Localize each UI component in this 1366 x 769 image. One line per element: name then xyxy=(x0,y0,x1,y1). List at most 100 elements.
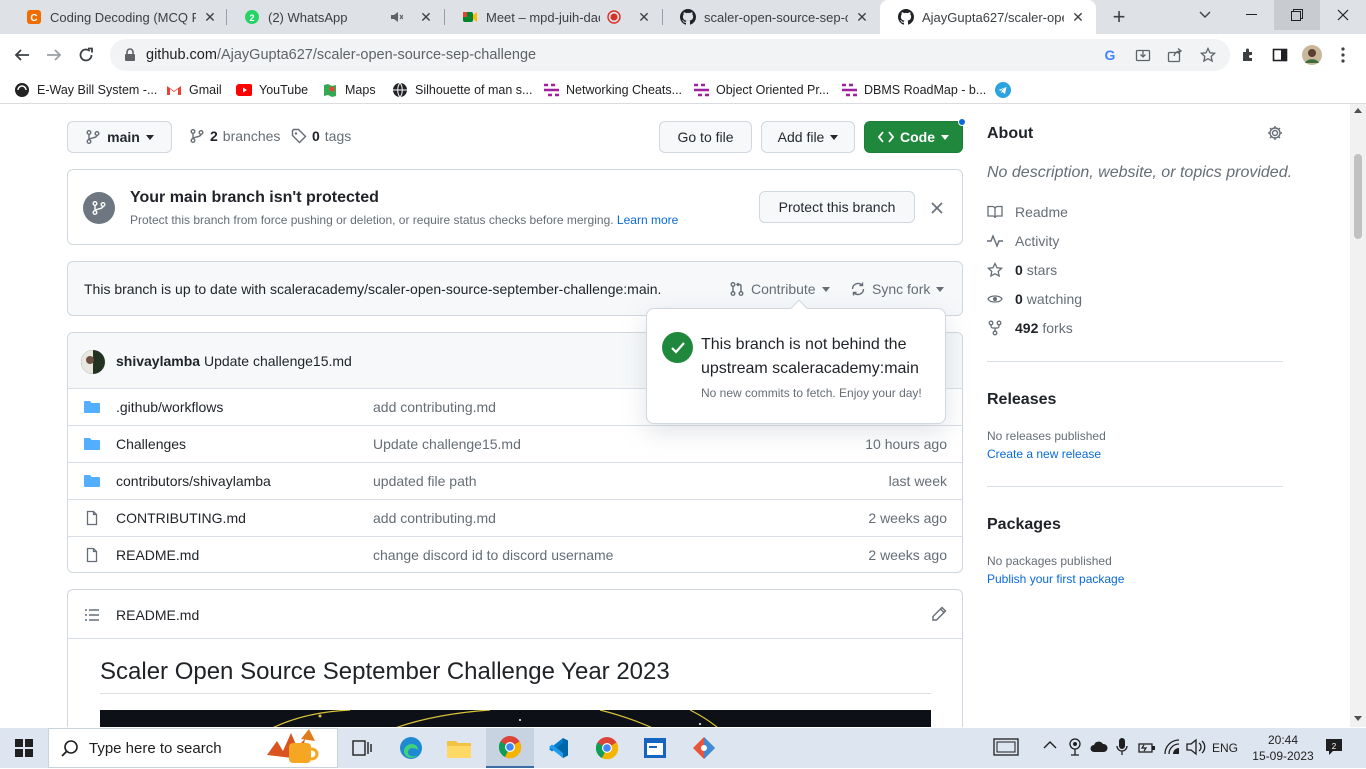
file-name[interactable]: README.md xyxy=(116,547,199,563)
bookmark-star-icon[interactable] xyxy=(1200,47,1216,63)
branches-link[interactable]: 2 branches xyxy=(189,128,280,144)
bookmark-maps[interactable]: Maps xyxy=(322,80,376,100)
bookmark-silhouette[interactable]: Silhouette of man s... xyxy=(392,80,532,100)
chrome-profile-icon[interactable] xyxy=(583,728,631,768)
tags-link[interactable]: 0 tags xyxy=(291,128,351,144)
language-indicator[interactable]: ENG xyxy=(1212,741,1238,755)
file-explorer-icon[interactable] xyxy=(435,728,483,768)
sync-fork-button[interactable]: Sync fork xyxy=(850,281,945,297)
address-bar[interactable]: github.com/AjayGupta627/scaler-open-sour… xyxy=(110,39,1230,71)
share-icon[interactable] xyxy=(1167,47,1183,63)
file-name[interactable]: .github/workflows xyxy=(116,399,223,415)
avatar[interactable] xyxy=(81,350,105,374)
scroll-up-arrow-icon[interactable] xyxy=(1354,108,1362,113)
dismiss-x-icon[interactable] xyxy=(931,202,943,214)
install-app-icon[interactable] xyxy=(1135,47,1151,63)
pencil-edit-icon[interactable] xyxy=(931,606,947,622)
system-clock[interactable]: 20:44 15-09-2023 xyxy=(1250,732,1316,764)
minimize-icon[interactable] xyxy=(1228,0,1274,30)
bookmark-gmail[interactable]: Gmail xyxy=(166,80,222,100)
chrome-taskbar-icon-active[interactable] xyxy=(486,728,534,768)
tab-github-active[interactable]: AjayGupta627/scaler-open- ✕ xyxy=(880,0,1096,34)
sidebar-item-stars[interactable]: 0 stars xyxy=(987,262,1057,278)
tab-coding-decoding[interactable]: C Coding Decoding (MCQ Pro ✕ xyxy=(8,0,228,34)
new-tab-plus-icon[interactable]: + xyxy=(1108,4,1130,29)
scroll-down-arrow-icon[interactable] xyxy=(1354,716,1362,721)
branch-select-button[interactable]: main xyxy=(67,121,172,153)
vscode-icon[interactable] xyxy=(534,728,582,768)
google-lens-icon[interactable]: G xyxy=(1102,47,1118,63)
learn-more-link[interactable]: Learn more xyxy=(617,213,678,227)
readme-filename[interactable]: README.md xyxy=(116,607,199,623)
reload-icon[interactable] xyxy=(71,40,101,70)
close-tab-icon[interactable]: ✕ xyxy=(202,9,218,25)
restore-icon[interactable] xyxy=(1274,0,1320,30)
gear-icon[interactable] xyxy=(1267,125,1283,141)
window-close-icon[interactable] xyxy=(1320,0,1366,30)
file-commit-message[interactable]: Update challenge15.md xyxy=(373,436,521,452)
git-tool-icon[interactable] xyxy=(680,728,728,768)
side-panel-icon[interactable] xyxy=(1265,40,1295,70)
volume-icon[interactable] xyxy=(1186,738,1206,756)
bookmark-telegram[interactable] xyxy=(995,80,1018,100)
extensions-puzzle-icon[interactable] xyxy=(1233,40,1263,70)
close-tab-icon[interactable]: ✕ xyxy=(636,9,652,25)
sidebar-item-forks[interactable]: 492 forks xyxy=(987,320,1073,336)
file-commit-message[interactable]: change discord id to discord username xyxy=(373,547,613,563)
contribute-button[interactable]: Contribute xyxy=(729,281,830,297)
bookmark-youtube[interactable]: YouTube xyxy=(236,80,308,100)
publish-package-link[interactable]: Publish your first package xyxy=(987,572,1124,586)
commit-message[interactable]: Update challenge15.md xyxy=(204,353,352,369)
webcam-icon[interactable] xyxy=(1068,738,1082,756)
file-commit-message[interactable]: updated file path xyxy=(373,473,477,489)
lock-icon[interactable] xyxy=(124,48,136,62)
notification-center-icon[interactable]: 2 xyxy=(1325,738,1343,756)
close-tab-icon[interactable]: ✕ xyxy=(1070,9,1086,25)
keyboard-layout-icon[interactable] xyxy=(993,738,1019,756)
power-plug-icon[interactable] xyxy=(1138,738,1156,756)
table-row[interactable]: Challenges Update challenge15.md 10 hour… xyxy=(68,425,962,462)
close-tab-icon[interactable]: ✕ xyxy=(854,9,870,25)
tab-search-chevron-icon[interactable] xyxy=(1182,0,1228,30)
tab-meet[interactable]: Meet – mpd-juih-dad ✕ xyxy=(444,0,662,34)
microphone-icon[interactable] xyxy=(1116,738,1128,756)
commit-author[interactable]: shivaylamba xyxy=(116,353,200,369)
bookmark-networking[interactable]: Networking Cheats... xyxy=(543,80,682,100)
app-window-icon[interactable] xyxy=(631,728,679,768)
kebab-menu-icon[interactable] xyxy=(1328,40,1358,70)
mute-tab-icon[interactable] xyxy=(388,9,404,25)
releases-heading[interactable]: Releases xyxy=(987,391,1056,409)
sidebar-item-watching[interactable]: 0 watching xyxy=(987,291,1082,307)
file-name[interactable]: contributors/shivaylamba xyxy=(116,473,271,489)
code-button[interactable]: Code xyxy=(864,121,963,153)
back-arrow-icon[interactable] xyxy=(7,40,37,70)
table-row[interactable]: README.md change discord id to discord u… xyxy=(68,536,962,572)
list-unordered-icon[interactable] xyxy=(84,607,100,623)
packages-heading[interactable]: Packages xyxy=(987,516,1061,534)
file-commit-message[interactable]: add contributing.md xyxy=(373,510,496,526)
file-name[interactable]: CONTRIBUTING.md xyxy=(116,510,246,526)
tab-github-upstream[interactable]: scaler-open-source-sep-cha ✕ xyxy=(662,0,880,34)
protect-branch-button[interactable]: Protect this branch xyxy=(759,191,915,223)
tab-whatsapp[interactable]: 2 (2) WhatsApp ✕ xyxy=(226,0,444,34)
bookmark-oop[interactable]: Object Oriented Pr... xyxy=(693,80,829,100)
add-file-button[interactable]: Add file xyxy=(761,121,855,153)
file-name[interactable]: Challenges xyxy=(116,436,186,452)
sidebar-item-activity[interactable]: Activity xyxy=(987,233,1059,249)
table-row[interactable]: CONTRIBUTING.md add contributing.md 2 we… xyxy=(68,499,962,536)
onedrive-cloud-icon[interactable] xyxy=(1090,741,1108,753)
bookmark-eway-bill[interactable]: E-Way Bill System -... xyxy=(14,80,157,100)
create-release-link[interactable]: Create a new release xyxy=(987,447,1101,461)
scroll-thumb[interactable] xyxy=(1354,154,1362,239)
forward-arrow-icon[interactable] xyxy=(39,40,69,70)
chevron-up-icon[interactable] xyxy=(1043,740,1057,750)
profile-avatar[interactable] xyxy=(1297,40,1327,70)
file-commit-message[interactable]: add contributing.md xyxy=(373,399,496,415)
page-scrollbar[interactable] xyxy=(1350,104,1366,727)
table-row[interactable]: contributors/shivaylamba updated file pa… xyxy=(68,462,962,499)
task-view-icon[interactable] xyxy=(338,728,386,768)
bookmark-dbms[interactable]: DBMS RoadMap - b... xyxy=(841,80,986,100)
close-tab-icon[interactable]: ✕ xyxy=(418,9,434,25)
sidebar-item-readme[interactable]: Readme xyxy=(987,204,1068,220)
go-to-file-button[interactable]: Go to file xyxy=(659,121,752,153)
